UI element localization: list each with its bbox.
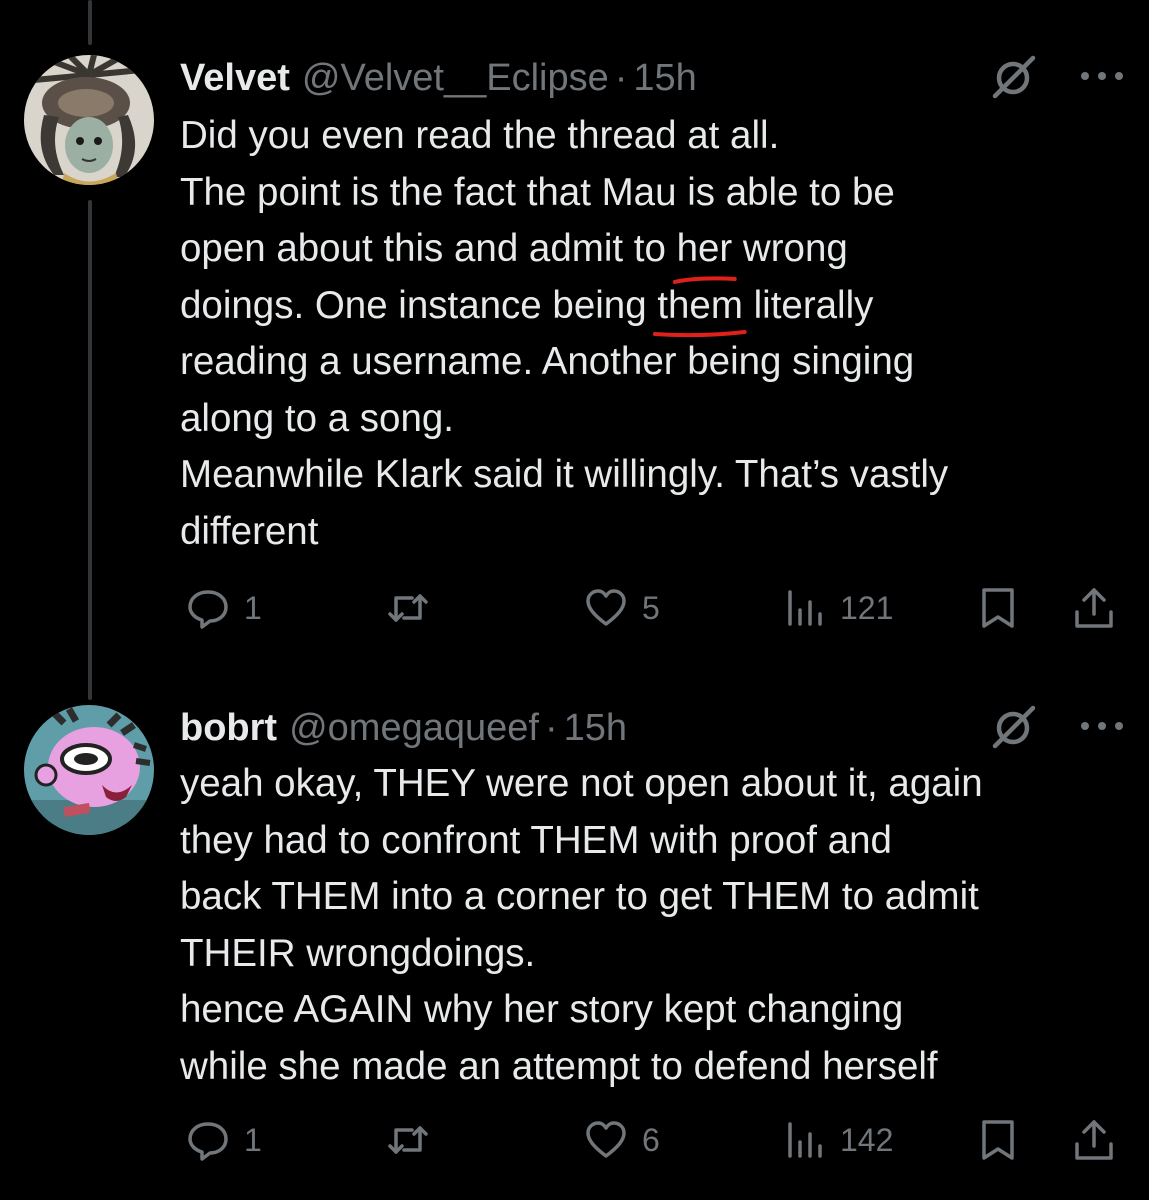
retweet-button[interactable] [386,578,430,638]
text-segment: open about this and admit to [180,227,677,270]
grok-icon[interactable] [989,52,1039,102]
share-button[interactable] [1072,1110,1116,1170]
tweet-actions: 1 5 121 [180,578,1120,638]
timestamp[interactable]: 15h [564,707,627,750]
like-count: 6 [642,1121,660,1158]
share-button[interactable] [1072,578,1116,638]
bookmark-button[interactable] [976,578,1020,638]
tweet-line: reading a username. Another being singin… [180,340,915,383]
tweet-line: while she made an attempt to defend hers… [180,1044,938,1088]
text-segment: doings. One instance being [180,283,658,327]
timestamp[interactable]: 15h [633,57,696,100]
like-button[interactable]: 6 [584,1110,660,1170]
red-underline-mark [653,330,747,338]
handle[interactable]: @Velvet__Eclipse [302,57,609,100]
text-segment: literally [742,283,874,327]
views-button[interactable]: 142 [782,1110,893,1170]
views-icon [788,590,822,626]
tweet-line: yeah okay, THEY were not open about it, … [180,762,983,805]
more-icon[interactable] [1077,716,1127,736]
tweet-line: open about this and admit to her wrong [180,221,1110,284]
retweet-button[interactable] [386,1110,430,1170]
view-count: 142 [840,1121,894,1158]
tweet-line: Meanwhile Klark said it willingly. That’… [180,453,949,496]
like-count: 5 [642,589,660,626]
separator-dot: · [544,706,558,749]
tweet-line: hence AGAIN why her story kept changing [180,988,904,1031]
tweet-line: THEIR wrongdoings. [180,931,536,975]
like-button[interactable]: 5 [584,578,660,638]
display-name[interactable]: Velvet [180,57,290,100]
avatar[interactable] [24,705,154,835]
bookmark-icon [982,1120,1014,1160]
retweet-icon [388,1126,428,1154]
avatar[interactable] [24,55,154,185]
heart-icon [586,589,626,626]
tweet-line: along to a song. [180,396,454,440]
bookmark-button[interactable] [976,1110,1020,1170]
reply-button[interactable]: 1 [186,1110,262,1170]
handle[interactable]: @omegaqueef [289,707,539,750]
separator-dot: · [614,56,628,99]
tweet-header: bobrt @omegaqueef · 15h [180,698,627,758]
underlined-word: her [672,221,737,284]
retweet-icon [388,594,428,622]
display-name[interactable]: bobrt [180,707,277,750]
tweet-line: back THEM into a corner to get THEM to a… [180,875,979,918]
reply-count: 1 [244,1121,262,1158]
tweet-velvet[interactable]: Velvet @Velvet__Eclipse · 15h Did you ev… [0,0,1149,690]
tweet-line: The point is the fact that Mau is able t… [180,170,895,214]
tweet-line: they had to confront THEM with proof and [180,818,892,862]
underlined-word-text: her [676,227,733,270]
tweet-line: doings. One instance being them literall… [180,278,1110,338]
view-count: 121 [840,589,894,626]
tweet-bobrt[interactable]: bobrt @omegaqueef · 15h yeah okay, THEY … [0,690,1149,1200]
more-icon[interactable] [1077,66,1127,86]
tweet-text: Did you even read the thread at all. The… [180,108,1110,560]
views-button[interactable]: 121 [782,578,893,638]
reply-icon [188,590,228,629]
reply-count: 1 [244,589,262,626]
tweet-actions: 1 6 142 [180,1110,1120,1170]
views-icon [788,1122,822,1158]
heart-icon [586,1121,626,1158]
reply-icon [188,1122,228,1161]
grok-icon[interactable] [989,702,1039,752]
share-icon [1075,588,1113,628]
underlined-word-text: them [657,283,743,327]
tweet-header: Velvet @Velvet__Eclipse · 15h [180,48,697,108]
tweet-text: yeah okay, THEY were not open about it, … [180,756,1110,1095]
share-icon [1075,1120,1113,1160]
bookmark-icon [982,588,1014,628]
tweet-line: Did you even read the thread at all. [180,114,780,157]
reply-button[interactable]: 1 [186,578,262,638]
text-segment: wrong [732,227,848,270]
underlined-word: them [653,278,747,338]
tweet-line: different [180,509,319,553]
